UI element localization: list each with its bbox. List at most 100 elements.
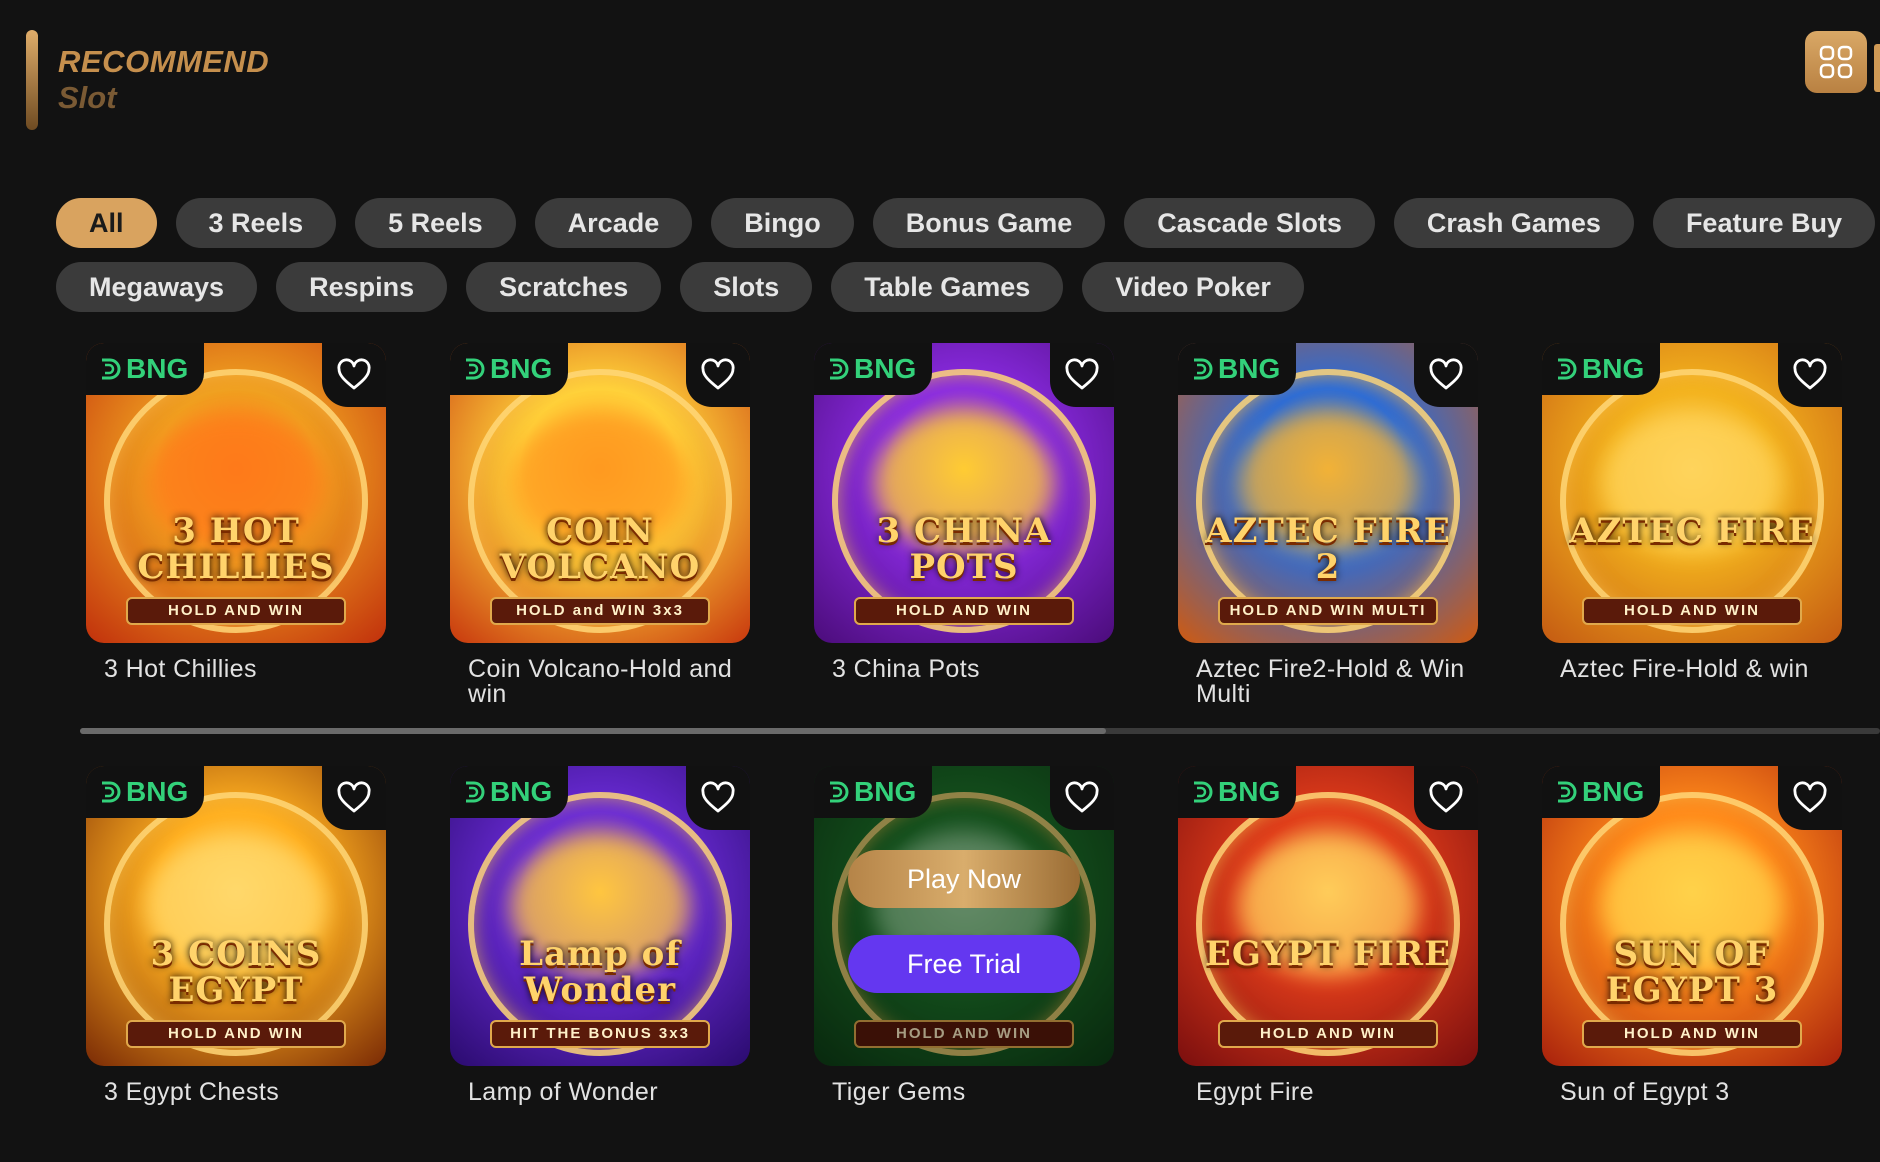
favorite-button[interactable] — [1778, 343, 1842, 407]
favorite-button[interactable] — [322, 343, 386, 407]
bng-logo-icon — [466, 358, 485, 380]
game-card-egypt-fire[interactable]: EGYPT FIRE HOLD AND WIN BNG Egypt Fire — [1178, 766, 1478, 1105]
favorite-button[interactable] — [1050, 766, 1114, 830]
game-title: 3 Egypt Chests — [104, 1078, 280, 1106]
favorite-button[interactable] — [1414, 343, 1478, 407]
filter-chip-bonus-game[interactable]: Bonus Game — [872, 198, 1106, 248]
provider-badge: BNG — [1178, 343, 1297, 395]
provider-name: BNG — [126, 776, 189, 807]
bng-logo-icon — [830, 781, 849, 803]
filter-chip-crash-games[interactable]: Crash Games — [1393, 198, 1634, 248]
favorite-button[interactable] — [1414, 766, 1478, 830]
game-card-coin-volcano-hold-and-win[interactable]: COIN VOLCANO HOLD and WIN 3x3 BNG Coin V… — [450, 343, 750, 707]
heart-icon — [701, 781, 735, 813]
game-thumbnail[interactable]: Lamp of Wonder HIT THE BONUS 3x3 BNG — [450, 766, 750, 1066]
game-card-aztec-fire-hold-win[interactable]: AZTEC FIRE HOLD AND WIN BNG Aztec Fire-H… — [1542, 343, 1842, 682]
filter-chip-3-reels[interactable]: 3 Reels — [175, 198, 337, 248]
game-art-ring — [832, 369, 1096, 633]
free-trial-button[interactable]: Free Trial — [848, 935, 1080, 993]
game-logo-text: Lamp of Wonder — [519, 934, 681, 1010]
filter-chip-cascade-slots[interactable]: Cascade Slots — [1124, 198, 1375, 248]
provider-name: BNG — [854, 776, 917, 807]
game-card-lamp-of-wonder[interactable]: Lamp of Wonder HIT THE BONUS 3x3 BNG Lam… — [450, 766, 750, 1105]
filter-chip-arcade[interactable]: Arcade — [534, 198, 693, 248]
game-title: Sun of Egypt 3 — [1560, 1078, 1730, 1106]
game-logo-text: 3 CHINA POTS — [876, 511, 1052, 587]
game-grid: 3 HOT CHILLIES HOLD AND WIN BNG 3 Hot Ch… — [0, 0, 1880, 1162]
provider-badge: BNG — [450, 766, 569, 818]
bng-logo-icon — [1194, 358, 1213, 380]
scrollbar-thumb[interactable] — [80, 728, 1106, 734]
game-card-aztec-fire2-hold-win-multi[interactable]: AZTEC FIRE 2 HOLD AND WIN MULTI BNG Azte… — [1178, 343, 1478, 707]
heart-icon — [1429, 358, 1463, 390]
filter-chip-megaways[interactable]: Megaways — [56, 262, 258, 312]
game-thumbnail[interactable]: COIN VOLCANO HOLD and WIN 3x3 BNG — [450, 343, 750, 643]
bng-logo-icon — [102, 358, 121, 380]
heart-icon — [337, 358, 371, 390]
game-tag-text: HOLD AND WIN — [1582, 597, 1802, 625]
provider-badge: BNG — [814, 766, 933, 818]
game-tag-text: HOLD and WIN 3x3 — [490, 597, 710, 625]
filter-chip-bingo[interactable]: Bingo — [711, 198, 854, 248]
filter-chip-5-reels[interactable]: 5 Reels — [355, 198, 516, 248]
game-thumbnail[interactable]: 3 HOT CHILLIES HOLD AND WIN BNG — [86, 343, 386, 643]
filter-chip-table-games[interactable]: Table Games — [831, 262, 1064, 312]
filter-chip-respins[interactable]: Respins — [276, 262, 448, 312]
filter-chip-scratches[interactable]: Scratches — [466, 262, 662, 312]
heart-icon — [337, 781, 371, 813]
bng-logo-icon — [102, 781, 121, 803]
game-thumbnail[interactable]: SUN OF EGYPT 3 HOLD AND WIN BNG — [1542, 766, 1842, 1066]
header-accent-bar — [26, 30, 38, 130]
game-art-ring — [468, 369, 732, 633]
game-logo-text: SUN OF EGYPT 3 — [1605, 934, 1779, 1010]
game-art-ring — [1560, 792, 1824, 1056]
game-thumbnail[interactable]: AZTEC FIRE HOLD AND WIN BNG — [1542, 343, 1842, 643]
game-tag-text: HOLD AND WIN — [1218, 1020, 1438, 1048]
grid-view-button[interactable] — [1805, 31, 1867, 93]
provider-name: BNG — [1218, 353, 1281, 384]
heart-icon — [1793, 358, 1827, 390]
provider-name: BNG — [1582, 353, 1645, 384]
heart-icon — [1793, 781, 1827, 813]
game-tag-text: HOLD AND WIN — [1582, 1020, 1802, 1048]
favorite-button[interactable] — [686, 343, 750, 407]
game-title: Coin Volcano-Hold and win — [468, 655, 733, 708]
game-title: Egypt Fire — [1196, 1078, 1314, 1106]
favorite-button[interactable] — [322, 766, 386, 830]
bng-logo-icon — [466, 781, 485, 803]
game-art-ring — [1196, 369, 1460, 633]
game-thumbnail[interactable]: 3 COINS EGYPT HOLD AND WIN BNG — [86, 766, 386, 1066]
section-header: RECOMMEND Slot — [0, 0, 1880, 150]
filter-chip-slots[interactable]: Slots — [680, 262, 813, 312]
heart-icon — [1065, 358, 1099, 390]
game-card-3-china-pots[interactable]: 3 CHINA POTS HOLD AND WIN BNG 3 China Po… — [814, 343, 1114, 682]
game-thumbnail[interactable]: AZTEC FIRE 2 HOLD AND WIN MULTI BNG — [1178, 343, 1478, 643]
game-art-ring — [468, 792, 732, 1056]
filter-chip-all[interactable]: All — [56, 198, 157, 248]
filter-row-1: All 3 Reels 5 Reels Arcade Bingo Bonus Game Ca… — [56, 198, 1880, 248]
section-subtitle: Slot — [58, 80, 117, 115]
filter-row-2: Megaways Respins Scratches Slots Table Games… — [56, 262, 1880, 312]
provider-name: BNG — [854, 353, 917, 384]
grid-icon — [1819, 45, 1853, 79]
favorite-button[interactable] — [686, 766, 750, 830]
filter-chip-feature-buy[interactable]: Feature Buy — [1652, 198, 1875, 248]
game-thumbnail[interactable]: GEMS HOLD AND WIN BNG Play Now Free Tria… — [814, 766, 1114, 1066]
provider-badge: BNG — [1178, 766, 1297, 818]
game-logo-text: AZTEC FIRE 2 — [1205, 511, 1451, 587]
game-card-tiger-gems[interactable]: GEMS HOLD AND WIN BNG Play Now Free Tria… — [814, 766, 1114, 1105]
game-thumbnail[interactable]: 3 CHINA POTS HOLD AND WIN BNG — [814, 343, 1114, 643]
play-now-button[interactable]: Play Now — [848, 850, 1080, 908]
horizontal-scrollbar[interactable] — [80, 728, 1880, 734]
favorite-button[interactable] — [1050, 343, 1114, 407]
game-card-3-hot-chillies[interactable]: 3 HOT CHILLIES HOLD AND WIN BNG 3 Hot Ch… — [86, 343, 386, 682]
game-card-3-egypt-chests[interactable]: 3 COINS EGYPT HOLD AND WIN BNG 3 Egypt C… — [86, 766, 386, 1105]
filter-chip-video-poker[interactable]: Video Poker — [1082, 262, 1304, 312]
game-thumbnail[interactable]: EGYPT FIRE HOLD AND WIN BNG — [1178, 766, 1478, 1066]
heart-icon — [701, 358, 735, 390]
heart-icon — [1065, 781, 1099, 813]
provider-badge: BNG — [1542, 766, 1661, 818]
game-card-sun-of-egypt-3[interactable]: SUN OF EGYPT 3 HOLD AND WIN BNG Sun of E… — [1542, 766, 1842, 1105]
favorite-button[interactable] — [1778, 766, 1842, 830]
game-logo-text: 3 COINS EGYPT — [150, 934, 322, 1010]
